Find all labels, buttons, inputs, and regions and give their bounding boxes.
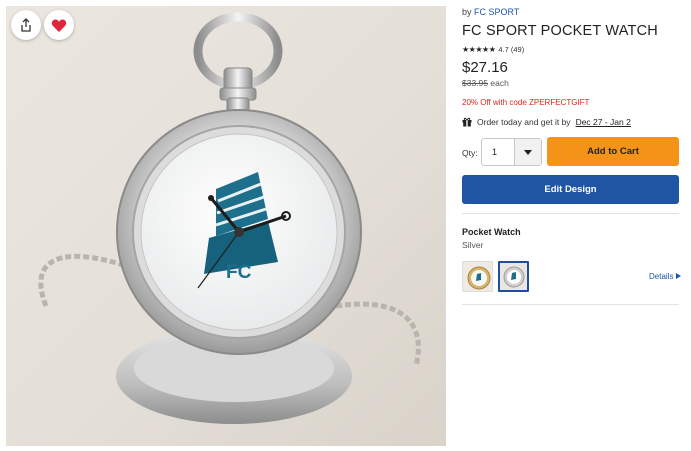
chevron-down-icon	[524, 149, 532, 155]
old-price: $33.95 each	[462, 78, 509, 88]
price: $27.16	[462, 59, 508, 76]
star-rating-icon: ★★★★★	[462, 45, 496, 54]
price-unit: each	[490, 78, 509, 88]
divider	[462, 213, 679, 214]
promo-text: 20% Off with code ZPERFECTGIFT	[462, 98, 590, 107]
gift-icon	[462, 117, 472, 127]
qty-value: 1	[492, 147, 498, 157]
style-thumbnail-gold[interactable]	[462, 261, 493, 292]
brand-line: by FC SPORT	[462, 7, 519, 17]
option-title: Pocket Watch	[462, 227, 521, 237]
delivery-date-link[interactable]: Dec 27 - Jan 2	[576, 117, 631, 127]
details-link[interactable]: Details	[649, 272, 681, 281]
style-thumbnail-silver[interactable]	[498, 261, 529, 292]
share-button[interactable]	[11, 10, 41, 40]
favorite-button[interactable]	[44, 10, 74, 40]
rating[interactable]: ★★★★★ 4.7 (49)	[462, 45, 524, 54]
share-icon	[21, 18, 31, 32]
edit-design-button[interactable]: Edit Design	[462, 175, 679, 204]
gold-watch-thumbnail	[463, 262, 492, 291]
heart-icon	[51, 18, 67, 32]
product-image[interactable]: FC	[6, 6, 446, 446]
original-price: $33.95	[462, 78, 488, 88]
qty-label: Qty:	[462, 148, 478, 158]
rating-text: 4.7 (49)	[498, 45, 525, 54]
delivery-info: Order today and get it by Dec 27 - Jan 2	[462, 117, 631, 127]
product-title: FC SPORT POCKET WATCH	[462, 23, 658, 39]
pocket-watch-illustration	[38, 12, 421, 424]
delivery-prefix: Order today and get it by	[477, 117, 571, 127]
brand-link[interactable]: FC SPORT	[474, 7, 519, 17]
details-label: Details	[649, 272, 674, 281]
silver-watch-thumbnail	[500, 263, 527, 290]
watch-logo-text: FC	[226, 262, 252, 283]
divider	[462, 304, 679, 305]
quantity-select[interactable]: 1	[481, 138, 542, 166]
by-prefix: by	[462, 7, 472, 17]
qty-dropdown-toggle[interactable]	[514, 139, 541, 165]
add-to-cart-button[interactable]: Add to Cart	[547, 137, 679, 166]
caret-right-icon	[675, 273, 681, 279]
option-subtitle: Silver	[462, 240, 484, 250]
